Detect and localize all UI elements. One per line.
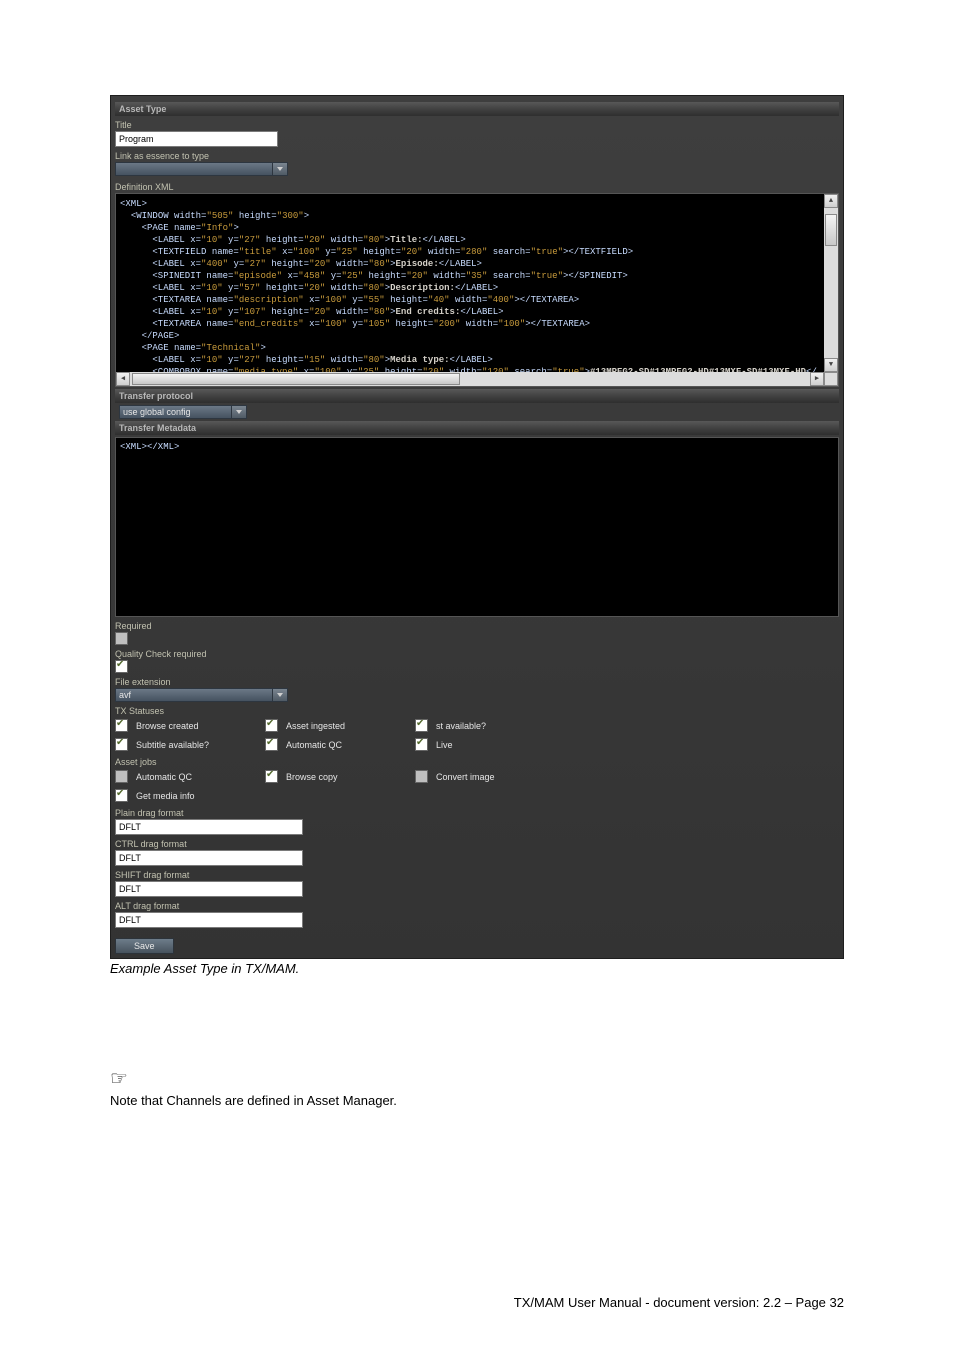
vscroll-thumb[interactable] [825,214,837,246]
horizontal-scrollbar[interactable]: ◀ ▶ [116,372,824,386]
asset-type-window: Asset Type Title Program Link as essence… [110,95,844,959]
hscroll-thumb[interactable] [132,373,460,385]
definition-xml-label: Definition XML [115,182,839,192]
tx-status-label: Asset ingested [286,721,345,731]
ctrl-drag-input[interactable]: DFLT [115,850,303,866]
asset-job-label: Get media info [136,791,195,801]
tx-status-checkbox[interactable] [265,738,278,751]
tx-status-label: Subtitle available? [136,740,209,750]
chevron-down-icon[interactable] [273,688,288,702]
drag-format-label: ALT drag format [115,901,839,911]
page-footer: TX/MAM User Manual - document version: 2… [514,1295,844,1310]
asset-job-label: Automatic QC [136,772,192,782]
save-button[interactable]: Save [115,938,174,954]
tx-status-label: Live [436,740,453,750]
pointing-hand-icon: ☞ [110,1066,844,1091]
drag-formats: Plain drag format DFLT CTRL drag format … [115,808,839,928]
transfer-metadata-editor[interactable]: <XML></XML> [115,437,839,617]
link-essence-combo[interactable] [115,162,288,176]
asset-job-label: Browse copy [286,772,338,782]
asset-job-checkbox[interactable] [115,789,128,802]
tx-status-checkbox[interactable] [415,719,428,732]
transfer-metadata-content[interactable]: <XML></XML> [120,442,179,452]
tx-status-checkbox[interactable] [265,719,278,732]
required-label: Required [115,621,839,631]
transfer-protocol-header: Transfer protocol [115,389,839,403]
scroll-left-icon[interactable]: ◀ [116,372,130,386]
tx-statuses-grid: Browse created Asset ingested st availab… [115,717,839,753]
tx-status-label: st available? [436,721,486,731]
scroll-down-icon[interactable]: ▼ [824,358,838,372]
vertical-scrollbar[interactable]: ▲ ▼ [824,194,838,372]
file-ext-label: File extension [115,677,839,687]
drag-format-label: Plain drag format [115,808,839,818]
tx-status-checkbox[interactable] [115,738,128,751]
qcr-checkbox[interactable] [115,660,128,673]
tx-statuses-label: TX Statuses [115,706,839,716]
chevron-down-icon[interactable] [232,405,247,419]
tx-status-checkbox[interactable] [415,738,428,751]
tx-status-label: Browse created [136,721,199,731]
transfer-protocol-combo[interactable]: use global config [119,405,247,419]
alt-drag-input[interactable]: DFLT [115,912,303,928]
asset-job-checkbox[interactable] [115,770,128,783]
asset-job-checkbox[interactable] [265,770,278,783]
shift-drag-input[interactable]: DFLT [115,881,303,897]
title-input[interactable]: Program [115,131,278,147]
link-essence-label: Link as essence to type [115,151,839,161]
vscroll-track[interactable] [824,208,838,358]
window-title: Asset Type [115,102,839,116]
tx-status-checkbox[interactable] [115,719,128,732]
tx-status-label: Automatic QC [286,740,342,750]
link-essence-value[interactable] [115,162,273,176]
qcr-label: Quality Check required [115,649,839,659]
scroll-corner [824,372,838,386]
plain-drag-input[interactable]: DFLT [115,819,303,835]
scroll-up-icon[interactable]: ▲ [824,194,838,208]
drag-format-label: CTRL drag format [115,839,839,849]
required-checkbox[interactable] [115,632,128,645]
asset-jobs-label: Asset jobs [115,757,839,767]
transfer-metadata-header: Transfer Metadata [115,421,839,435]
note-block: ☞ Note that Channels are defined in Asse… [110,1066,844,1108]
note-text: Note that Channels are defined in Asset … [110,1093,844,1108]
code-content[interactable]: <XML> <WINDOW width="505" height="300"> … [120,198,836,378]
figure-caption: Example Asset Type in TX/MAM. [110,961,844,976]
chevron-down-icon[interactable] [273,162,288,176]
scroll-right-icon[interactable]: ▶ [810,372,824,386]
asset-job-label: Convert image [436,772,495,782]
drag-format-label: SHIFT drag format [115,870,839,880]
hscroll-track[interactable] [130,372,810,386]
asset-jobs-grid: Automatic QC Browse copy Convert image G… [115,768,839,804]
definition-xml-editor[interactable]: <XML> <WINDOW width="505" height="300"> … [115,193,839,387]
file-ext-value[interactable]: avf [115,688,273,702]
asset-job-checkbox[interactable] [415,770,428,783]
file-ext-combo[interactable]: avf [115,688,288,702]
title-label: Title [115,120,839,130]
transfer-protocol-value[interactable]: use global config [119,405,232,419]
